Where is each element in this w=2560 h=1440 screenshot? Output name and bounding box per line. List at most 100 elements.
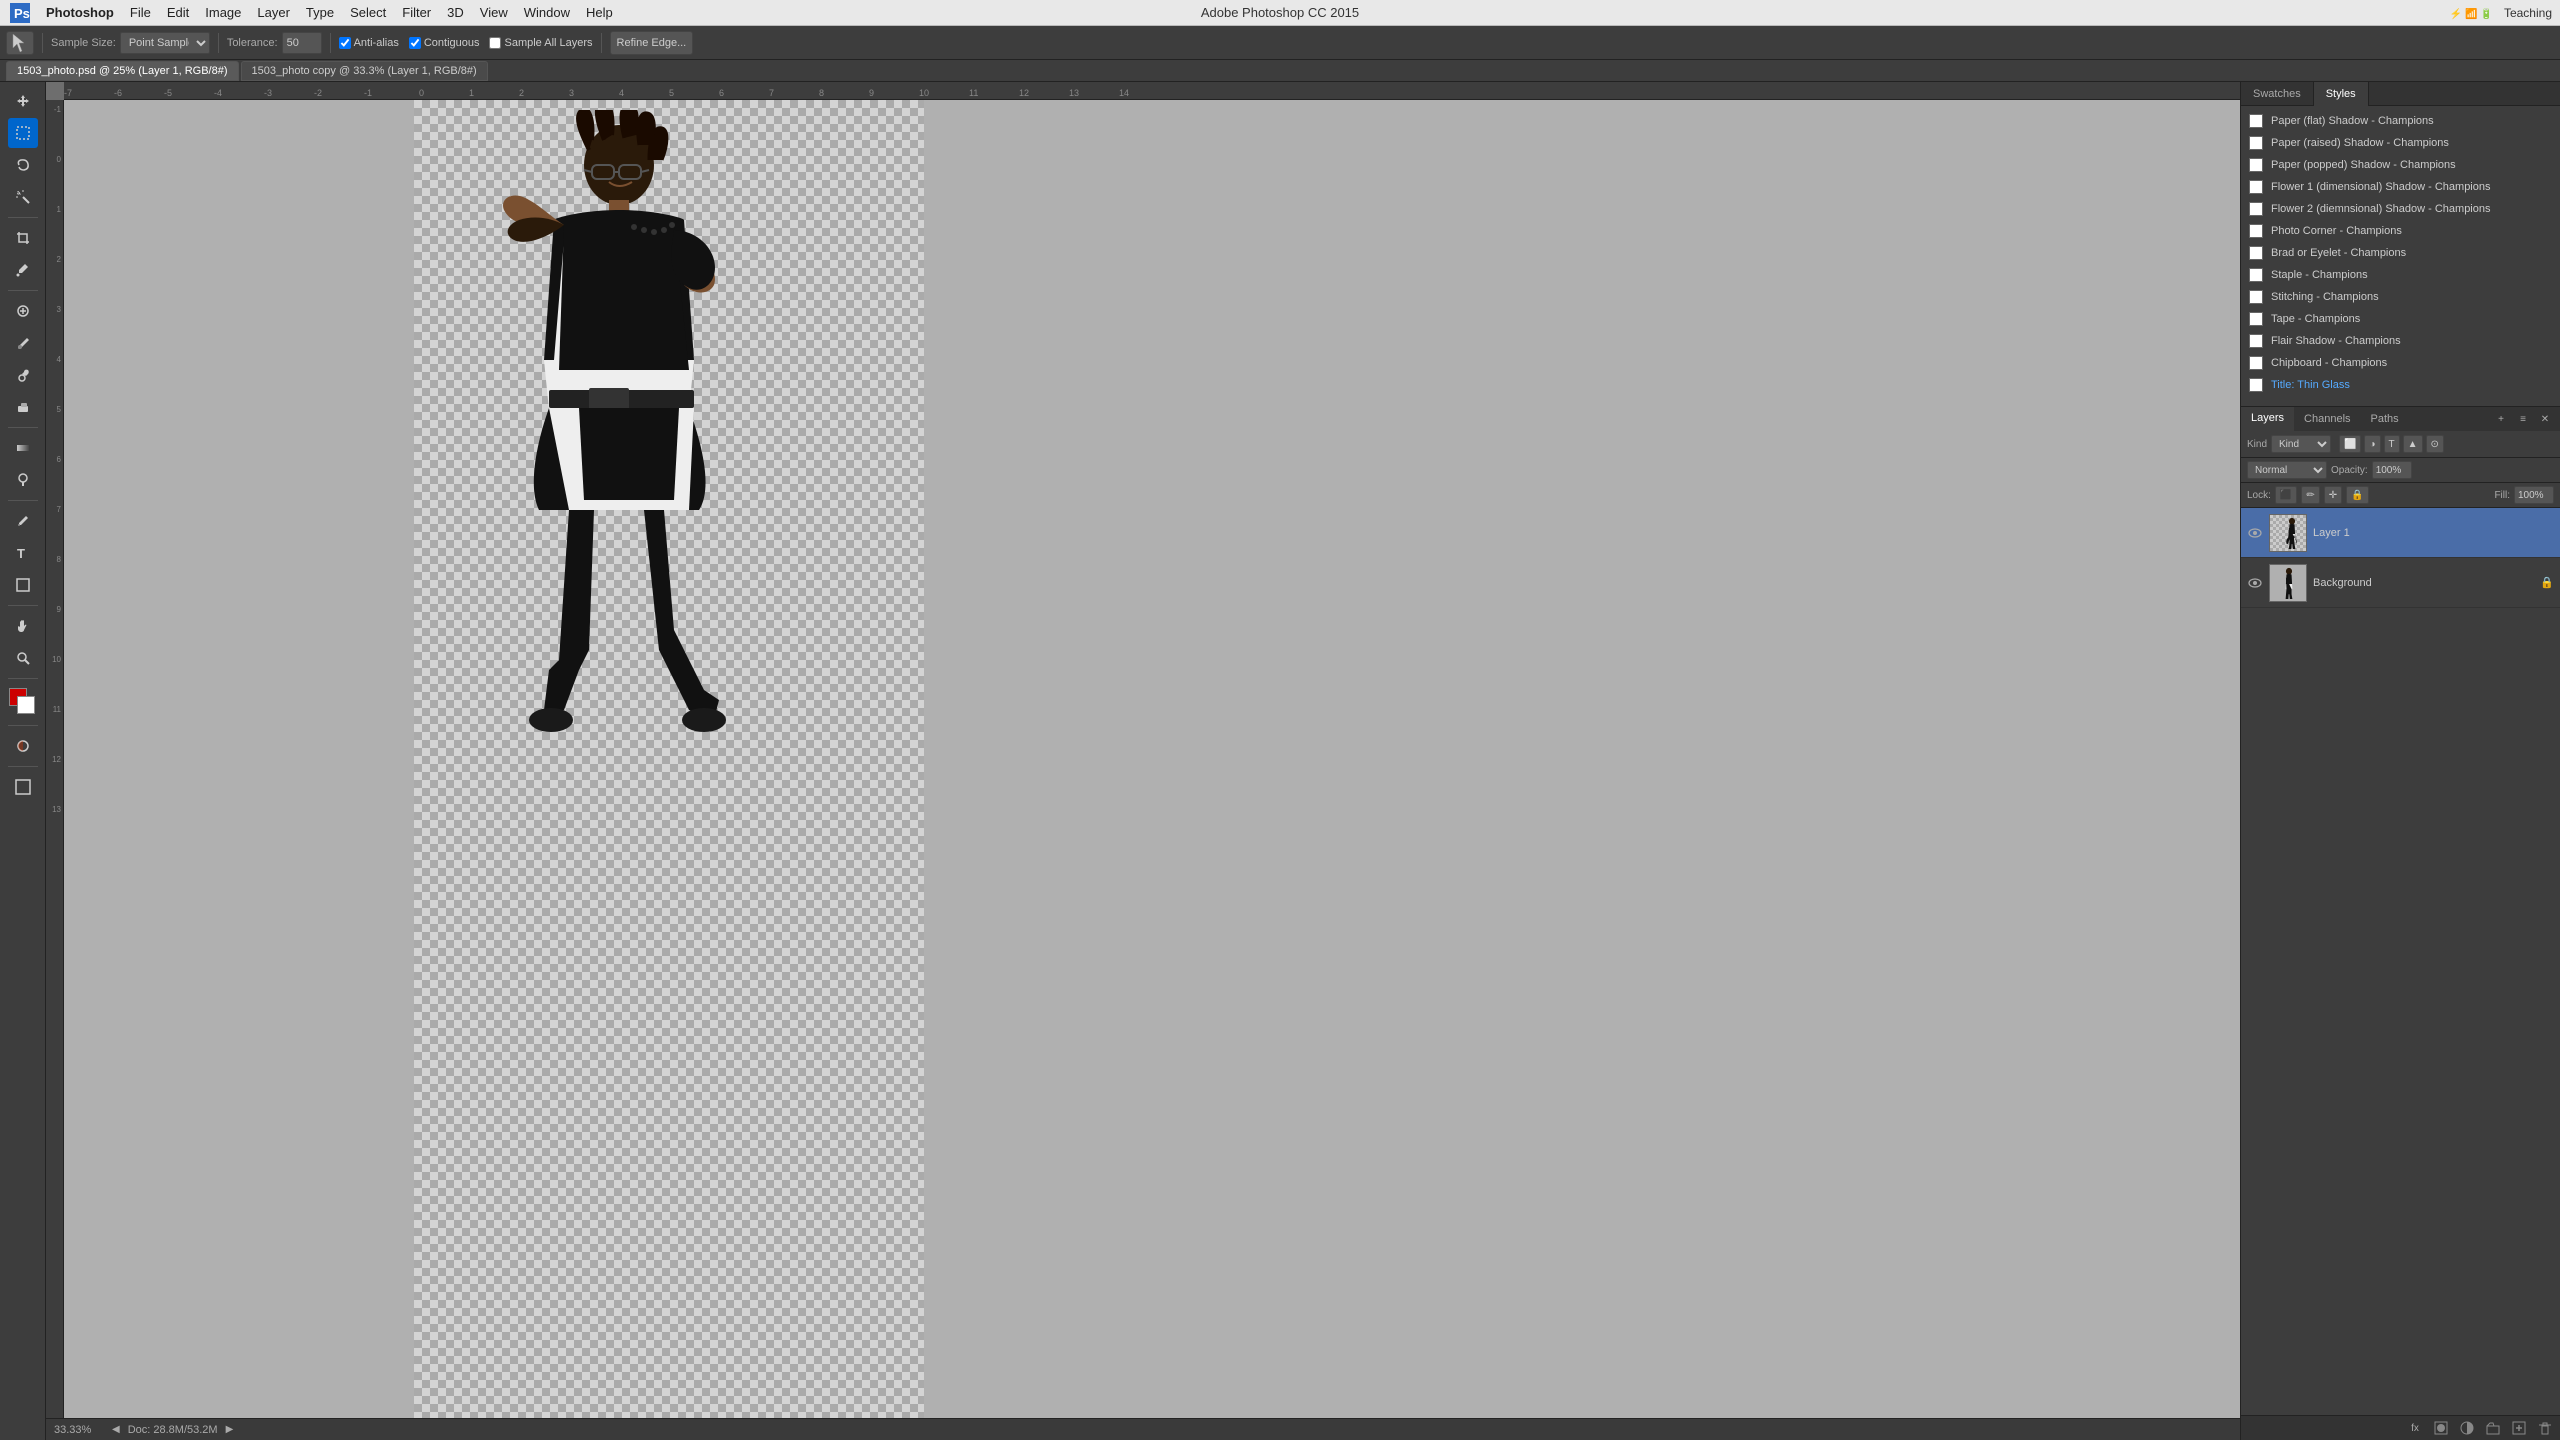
layers-tab[interactable]: Layers — [2241, 407, 2294, 431]
layer-item-layer1[interactable]: Layer 1 — [2241, 508, 2560, 558]
style-item-title-thin-glass[interactable]: Title: Thin Glass — [2241, 374, 2560, 396]
style-checkbox-photo-corner[interactable] — [2249, 224, 2263, 238]
delete-layer-button[interactable] — [2536, 1419, 2554, 1437]
fg-bg-colors[interactable] — [9, 688, 37, 716]
menu-image[interactable]: Image — [197, 3, 249, 22]
style-checkbox-flair[interactable] — [2249, 334, 2263, 348]
style-checkbox-paper-raised[interactable] — [2249, 136, 2263, 150]
menu-select[interactable]: Select — [342, 3, 394, 22]
anti-alias-checkbox[interactable] — [339, 37, 351, 49]
tolerance-input[interactable] — [282, 32, 322, 54]
anti-alias-check-label[interactable]: Anti-alias — [339, 37, 399, 49]
styles-tab[interactable]: Styles — [2314, 82, 2369, 106]
tab-1[interactable]: 1503_photo.psd @ 25% (Layer 1, RGB/8#) — [6, 61, 239, 81]
layer-mask-button[interactable] — [2432, 1419, 2450, 1437]
filter-adjustment[interactable]: ◑ — [2364, 435, 2380, 453]
filter-pixel[interactable]: ⬜ — [2339, 435, 2361, 453]
pen-tool[interactable] — [8, 506, 38, 536]
layers-panel-close[interactable]: ✕ — [2536, 410, 2554, 428]
style-checkbox-staple[interactable] — [2249, 268, 2263, 282]
style-item-chipboard[interactable]: Chipboard - Champions — [2241, 352, 2560, 374]
style-item-flair[interactable]: Flair Shadow - Champions — [2241, 330, 2560, 352]
layers-panel-options[interactable]: + — [2492, 410, 2510, 428]
style-item-paper-flat[interactable]: Paper (flat) Shadow - Champions — [2241, 110, 2560, 132]
sample-all-checkbox[interactable] — [489, 37, 501, 49]
fill-input[interactable] — [2514, 486, 2554, 504]
screen-mode-toggle[interactable] — [8, 772, 38, 802]
style-item-stitching[interactable]: Stitching - Champions — [2241, 286, 2560, 308]
status-arrow-right[interactable]: ▶ — [226, 1424, 234, 1435]
sample-size-select[interactable]: Point Sample — [120, 32, 210, 54]
filter-type[interactable]: T — [2384, 435, 2400, 453]
layer-item-background[interactable]: Background 🔒 — [2241, 558, 2560, 608]
sample-all-check-label[interactable]: Sample All Layers — [489, 37, 592, 49]
style-checkbox-title-thin-glass[interactable] — [2249, 378, 2263, 392]
eraser-tool[interactable] — [8, 392, 38, 422]
canvas-viewport[interactable] — [64, 100, 2240, 1440]
swatches-tab[interactable]: Swatches — [2241, 82, 2314, 106]
menu-3d[interactable]: 3D — [439, 3, 472, 22]
style-checkbox-flower1[interactable] — [2249, 180, 2263, 194]
quick-mask-toggle[interactable] — [8, 731, 38, 761]
menu-filter[interactable]: Filter — [394, 3, 439, 22]
contiguous-checkbox[interactable] — [409, 37, 421, 49]
status-arrow-left[interactable]: ◀ — [112, 1424, 120, 1435]
layer-fx-button[interactable]: fx — [2406, 1419, 2424, 1437]
menu-window[interactable]: Window — [516, 3, 578, 22]
zoom-tool[interactable] — [8, 643, 38, 673]
dodge-tool[interactable] — [8, 465, 38, 495]
channels-tab[interactable]: Channels — [2294, 407, 2360, 431]
style-item-flower1[interactable]: Flower 1 (dimensional) Shadow - Champion… — [2241, 176, 2560, 198]
menu-photoshop[interactable]: Photoshop — [38, 3, 122, 22]
style-checkbox-stitching[interactable] — [2249, 290, 2263, 304]
layers-panel-menu[interactable]: ≡ — [2514, 410, 2532, 428]
style-item-photo-corner[interactable]: Photo Corner - Champions — [2241, 220, 2560, 242]
brush-tool[interactable] — [8, 328, 38, 358]
lock-image[interactable]: ✏ — [2301, 486, 2319, 504]
clone-stamp-tool[interactable] — [8, 360, 38, 390]
layer-group-button[interactable] — [2484, 1419, 2502, 1437]
layer-eye-layer1[interactable] — [2247, 525, 2263, 541]
layer-adjustment-button[interactable] — [2458, 1419, 2476, 1437]
crop-tool[interactable] — [8, 223, 38, 253]
background-color[interactable] — [17, 696, 35, 714]
menu-file[interactable]: File — [122, 3, 159, 22]
lock-all[interactable]: 🔒 — [2346, 486, 2368, 504]
lock-position[interactable]: ✛ — [2324, 486, 2342, 504]
menu-type[interactable]: Type — [298, 3, 342, 22]
style-checkbox-paper-popped[interactable] — [2249, 158, 2263, 172]
menu-edit[interactable]: Edit — [159, 3, 197, 22]
kind-select[interactable]: Kind — [2271, 435, 2331, 453]
canvas-area[interactable]: -7 -6 -5 -4 -3 -2 -1 0 1 2 3 4 5 6 7 8 9… — [46, 82, 2240, 1440]
opacity-input[interactable] — [2372, 461, 2412, 479]
style-item-paper-raised[interactable]: Paper (raised) Shadow - Champions — [2241, 132, 2560, 154]
style-checkbox-tape[interactable] — [2249, 312, 2263, 326]
menu-view[interactable]: View — [472, 3, 516, 22]
menu-layer[interactable]: Layer — [249, 3, 298, 22]
blend-mode-select[interactable]: Normal — [2247, 461, 2327, 479]
style-item-flower2[interactable]: Flower 2 (diemnsional) Shadow - Champion… — [2241, 198, 2560, 220]
selection-tool[interactable] — [8, 118, 38, 148]
style-item-brad[interactable]: Brad or Eyelet - Champions — [2241, 242, 2560, 264]
style-item-paper-popped[interactable]: Paper (popped) Shadow - Champions — [2241, 154, 2560, 176]
layer-eye-background[interactable] — [2247, 575, 2263, 591]
new-layer-button[interactable] — [2510, 1419, 2528, 1437]
filter-smart[interactable]: ⊙ — [2426, 435, 2444, 453]
refine-edge-button[interactable]: Refine Edge... — [610, 31, 694, 55]
style-checkbox-brad[interactable] — [2249, 246, 2263, 260]
eyedropper-tool[interactable] — [8, 255, 38, 285]
lasso-tool[interactable] — [8, 150, 38, 180]
tab-2[interactable]: 1503_photo copy @ 33.3% (Layer 1, RGB/8#… — [241, 61, 488, 81]
gradient-tool[interactable] — [8, 433, 38, 463]
shape-tool[interactable] — [8, 570, 38, 600]
style-checkbox-chipboard[interactable] — [2249, 356, 2263, 370]
magic-wand-tool[interactable] — [8, 182, 38, 212]
style-checkbox-paper-flat[interactable] — [2249, 114, 2263, 128]
type-tool[interactable]: T — [8, 538, 38, 568]
heal-tool[interactable] — [8, 296, 38, 326]
lock-transparent[interactable]: ⬛ — [2275, 486, 2297, 504]
hand-tool[interactable] — [8, 611, 38, 641]
style-item-staple[interactable]: Staple - Champions — [2241, 264, 2560, 286]
filter-shape[interactable]: ▲ — [2403, 435, 2423, 453]
contiguous-check-label[interactable]: Contiguous — [409, 37, 480, 49]
